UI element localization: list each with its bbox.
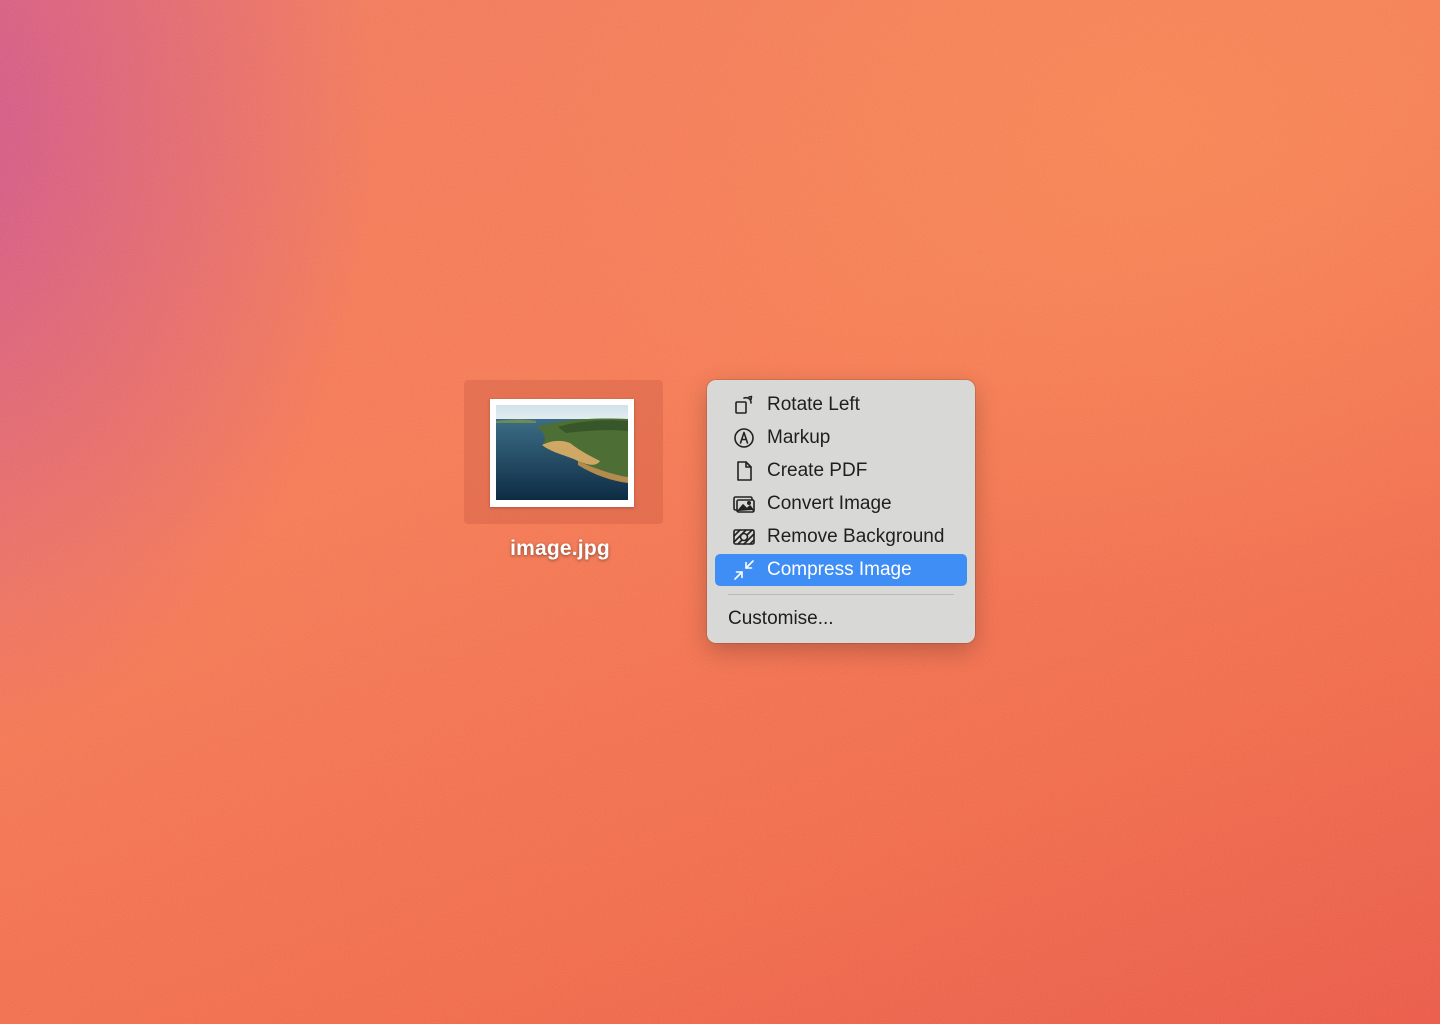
document-icon <box>731 458 757 484</box>
file-name-label[interactable]: image.jpg <box>460 537 660 561</box>
menu-item-convert-image[interactable]: Convert Image <box>715 488 967 520</box>
menu-item-customise[interactable]: Customise... <box>715 603 967 635</box>
landscape-photo-icon <box>496 405 628 500</box>
menu-separator <box>728 594 954 595</box>
menu-item-markup[interactable]: Markup <box>715 422 967 454</box>
menu-item-label: Remove Background <box>767 526 945 547</box>
convert-image-icon <box>731 491 757 517</box>
menu-item-label: Compress Image <box>767 559 912 580</box>
rotate-left-icon <box>731 392 757 418</box>
menu-item-rotate-left[interactable]: Rotate Left <box>715 389 967 421</box>
remove-background-icon <box>731 524 757 550</box>
menu-item-compress-image[interactable]: Compress Image <box>715 554 967 586</box>
menu-item-label: Rotate Left <box>767 394 860 415</box>
markup-icon <box>731 425 757 451</box>
image-file-thumbnail[interactable] <box>490 399 634 507</box>
compress-icon <box>731 557 757 583</box>
quick-actions-menu: Rotate Left Markup Create PDF Convert Im… <box>707 380 975 643</box>
menu-item-label: Create PDF <box>767 460 868 481</box>
menu-item-create-pdf[interactable]: Create PDF <box>715 455 967 487</box>
menu-item-label: Markup <box>767 427 831 448</box>
menu-item-label: Customise... <box>728 608 834 629</box>
menu-item-remove-background[interactable]: Remove Background <box>715 521 967 553</box>
menu-item-label: Convert Image <box>767 493 892 514</box>
